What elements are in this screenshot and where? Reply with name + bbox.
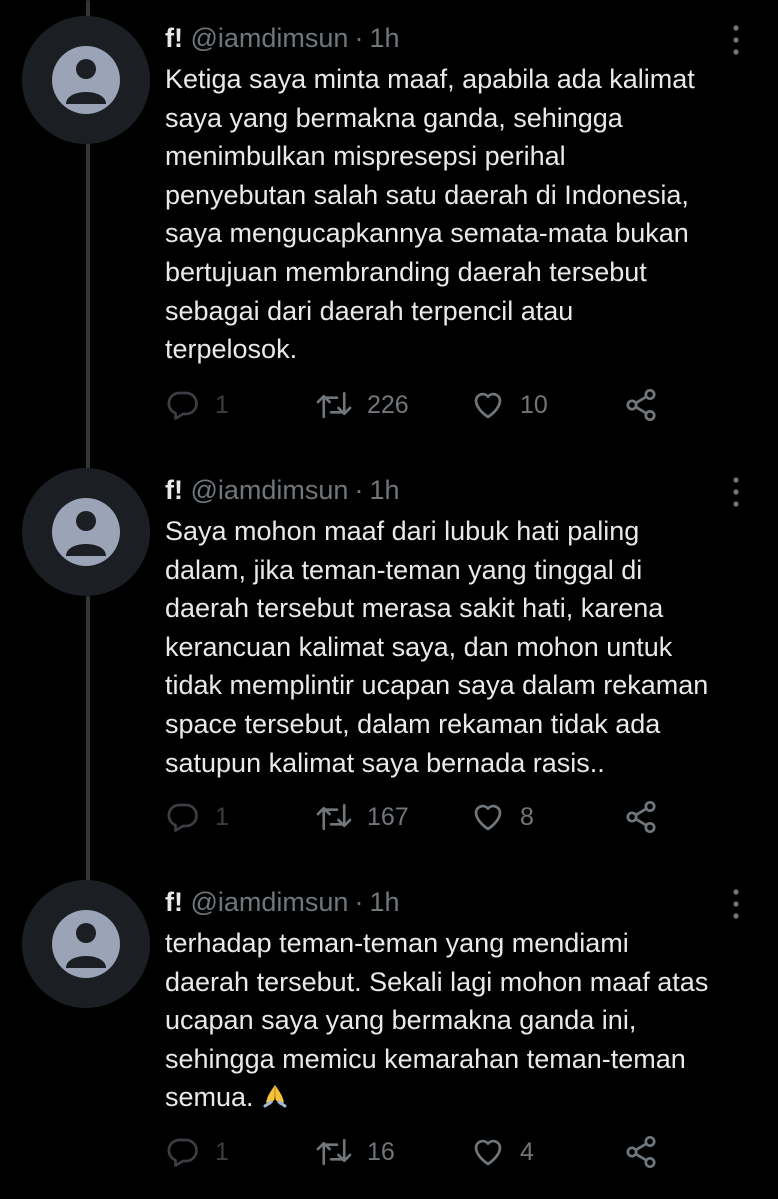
reply-icon: [167, 1138, 198, 1167]
tweet-text-line: ucapan saya yang bermakna ganda ini,: [165, 1005, 637, 1036]
tweet-text-line: terhadap teman-teman yang mendiami: [165, 928, 629, 958]
separator-dot: ·: [354, 475, 364, 505]
tweet-text-line: penyebutan salah satu daerah di Indonesi…: [165, 179, 689, 210]
tweet-text: terhadap teman-teman yang mendiami daera…: [165, 924, 765, 1121]
tweet-text-line: kerancuan kalimat saya, dan mohon untuk: [165, 631, 673, 662]
tweet-text-line: semua.: [165, 1078, 765, 1121]
tweet-header: f! @iamdimsun · 1h: [165, 22, 400, 54]
tweet-text-line: satupun kalimat saya bernada rasis..: [165, 747, 605, 778]
retweet-count: 226: [367, 390, 409, 419]
retweet-button[interactable]: 226: [315, 385, 409, 425]
retweet-icon: [316, 391, 352, 419]
reply-button[interactable]: 1: [165, 385, 229, 425]
tweet[interactable]: f! @iamdimsun · 1h Ketiga saya minta maaf,…: [0, 16, 778, 436]
more-options-icon[interactable]: [726, 886, 746, 922]
tweet-actions: 1 226 10: [165, 385, 725, 425]
separator-dot: ·: [354, 887, 364, 917]
reply-count: 1: [215, 802, 229, 831]
tweet-header: f! @iamdimsun · 1h: [165, 886, 400, 918]
timestamp[interactable]: 1h: [369, 887, 399, 917]
reply-count: 1: [215, 390, 229, 419]
share-icon: [626, 800, 656, 834]
tweet-text-last: semua.: [165, 1082, 254, 1113]
avatar[interactable]: [22, 880, 150, 1008]
user-handle[interactable]: @iamdimsun: [191, 23, 349, 53]
tweet-actions: 1 167 8: [165, 797, 725, 837]
retweet-count: 167: [367, 802, 409, 831]
reply-button[interactable]: 1: [165, 797, 229, 837]
tweet-text: Saya mohon maaf dari lubuk hati paling d…: [165, 512, 765, 782]
tweet-text-line: space tersebut, dalam rekaman tidak ada: [165, 708, 661, 739]
tweet-actions: 1 16 4: [165, 1132, 725, 1172]
tweet-text-line: sebagai dari daerah terpencil atau: [165, 295, 574, 326]
tweet-text-line: saya mengucapkannya semata-mata bukan: [165, 218, 689, 249]
separator-dot: ·: [354, 23, 364, 53]
share-icon: [626, 1135, 656, 1169]
heart-icon: [474, 392, 502, 419]
tweet[interactable]: f! @iamdimsun · 1h Saya mohon maaf dari lu…: [0, 468, 778, 868]
like-count: 10: [520, 390, 548, 419]
tweet-text-line: daerah tersebut merasa sakit hati, karen…: [165, 593, 664, 624]
retweet-icon: [316, 1138, 352, 1166]
share-button[interactable]: [623, 1132, 659, 1172]
tweet-text-line: tidak memplintir ucapan saya dalam rekam…: [165, 670, 709, 701]
tweet-text-line: Saya mohon maaf dari lubuk hati paling: [165, 516, 640, 546]
tweet-text-line: dalam, jika teman-teman yang tinggal di: [165, 554, 643, 585]
timestamp[interactable]: 1h: [369, 23, 399, 53]
reply-button[interactable]: 1: [165, 1132, 229, 1172]
default-avatar-icon: [22, 880, 150, 1008]
tweet-text-line: terpelosok.: [165, 334, 298, 365]
reply-icon: [167, 803, 198, 832]
retweet-icon: [316, 803, 352, 831]
tweet-header: f! @iamdimsun · 1h: [165, 474, 400, 506]
user-handle[interactable]: @iamdimsun: [191, 887, 349, 917]
like-button[interactable]: 4: [470, 1132, 534, 1172]
tweet-text-line: sehingga memicu kemarahan teman-teman: [165, 1043, 686, 1074]
heart-icon: [474, 804, 502, 831]
default-avatar-icon: [22, 16, 150, 144]
retweet-button[interactable]: 167: [315, 797, 409, 837]
tweet-text-line: bertujuan membranding daerah tersebut: [165, 256, 647, 287]
more-options-icon[interactable]: [726, 474, 746, 510]
retweet-count: 16: [367, 1137, 395, 1166]
tweet-text-line: Ketiga saya minta maaf, apabila ada kali…: [165, 64, 695, 94]
folded-hands-icon: [260, 1080, 290, 1121]
reply-count: 1: [215, 1137, 229, 1166]
more-options-icon[interactable]: [726, 22, 746, 58]
default-avatar-icon: [22, 468, 150, 596]
share-button[interactable]: [623, 797, 659, 837]
reply-icon: [167, 391, 198, 420]
display-name[interactable]: f!: [165, 475, 183, 505]
like-count: 4: [520, 1137, 534, 1166]
share-button[interactable]: [623, 385, 659, 425]
display-name[interactable]: f!: [165, 887, 183, 917]
tweet-text-line: menimbulkan mispresepsi perihal: [165, 141, 566, 172]
tweet-text-line: saya yang bermakna ganda, sehingga: [165, 102, 623, 133]
avatar[interactable]: [22, 468, 150, 596]
like-button[interactable]: 8: [470, 797, 534, 837]
timestamp[interactable]: 1h: [369, 475, 399, 505]
heart-icon: [474, 1139, 502, 1166]
tweet[interactable]: f! @iamdimsun · 1h terhadap teman-teman ya…: [0, 880, 778, 1180]
avatar[interactable]: [22, 16, 150, 144]
like-count: 8: [520, 802, 534, 831]
retweet-button[interactable]: 16: [315, 1132, 395, 1172]
like-button[interactable]: 10: [470, 385, 548, 425]
tweet-text: Ketiga saya minta maaf, apabila ada kali…: [165, 60, 765, 369]
user-handle[interactable]: @iamdimsun: [191, 475, 349, 505]
tweet-text-line: daerah tersebut. Sekali lagi mohon maaf …: [165, 966, 709, 997]
display-name[interactable]: f!: [165, 23, 183, 53]
share-icon: [626, 388, 656, 422]
